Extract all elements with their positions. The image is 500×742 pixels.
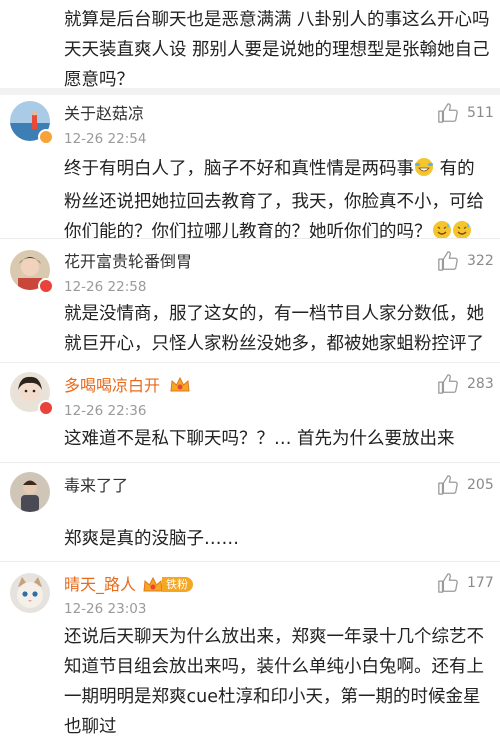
comment-text: 郑爽是真的没脑子…… [64,529,239,549]
vip-crown-icon [169,376,191,399]
comment-divider [0,362,500,363]
username[interactable]: 关于赵菇凉 [64,104,144,124]
thumbs-up-icon [438,475,458,495]
like-count: 205 [467,477,494,493]
fan-badge: 铁粉 [142,576,193,593]
sweat-smile-icon [432,220,452,250]
like-count: 322 [467,253,494,269]
section-divider [0,88,500,95]
like-count: 511 [467,105,494,121]
like-count: 177 [467,575,494,591]
lol-face-icon [414,157,434,187]
comment-divider [0,462,500,463]
like-button[interactable]: 322 [437,250,494,272]
comment-divider [0,561,500,562]
like-button[interactable]: 205 [437,474,494,496]
like-count: 283 [467,376,494,392]
timestamp: 12-26 22:36 [64,403,147,419]
comment-text: 还说后天聊天为什么放出来，郑爽一年录十几个综艺不知道节目组会放出来吗，装什么单纯… [64,627,484,737]
avatar[interactable] [10,573,50,613]
comment-divider [0,238,500,239]
crown-icon [143,576,163,591]
thumbs-up-icon [438,103,458,123]
username[interactable]: 多喝喝凉白开 [64,376,191,399]
timestamp: 12-26 23:03 [64,601,147,617]
fan-badge-label: 铁粉 [162,577,193,592]
comment-text: 终于有明白人了，脑子不好和真性情是两码事 有的粉丝还说把她拉回去教育了，我天，你… [64,154,490,250]
username[interactable]: 晴天_路人 [64,575,136,595]
thumbs-up-icon [438,374,458,394]
like-button[interactable]: 177 [437,572,494,594]
verified-badge-icon [38,400,54,416]
verified-badge-icon [38,129,54,145]
thumbs-up-icon [438,573,458,593]
comment-text: 这难道不是私下聊天吗？？… 首先为什么要放出来 [64,429,455,449]
comment-text: 就算是后台聊天也是恶意满满 八卦别人的事这么开心吗 天天装直爽人设 那别人要是说… [64,10,490,90]
thumbs-up-icon [438,251,458,271]
like-button[interactable]: 511 [437,102,494,124]
username[interactable]: 毒来了了 [64,476,128,496]
comment-text: 就是没情商，服了这女的，有一档节目人家分数低，她就巨开心，只怪人家粉丝没她多，都… [64,304,484,354]
verified-badge-icon [38,278,54,294]
timestamp: 12-26 22:54 [64,131,147,147]
timestamp: 12-26 22:58 [64,279,147,295]
sweat-smile-icon [452,220,472,250]
avatar[interactable] [10,472,50,512]
like-button[interactable]: 283 [437,373,494,395]
username[interactable]: 花开富贵轮番倒胃 [64,252,192,272]
